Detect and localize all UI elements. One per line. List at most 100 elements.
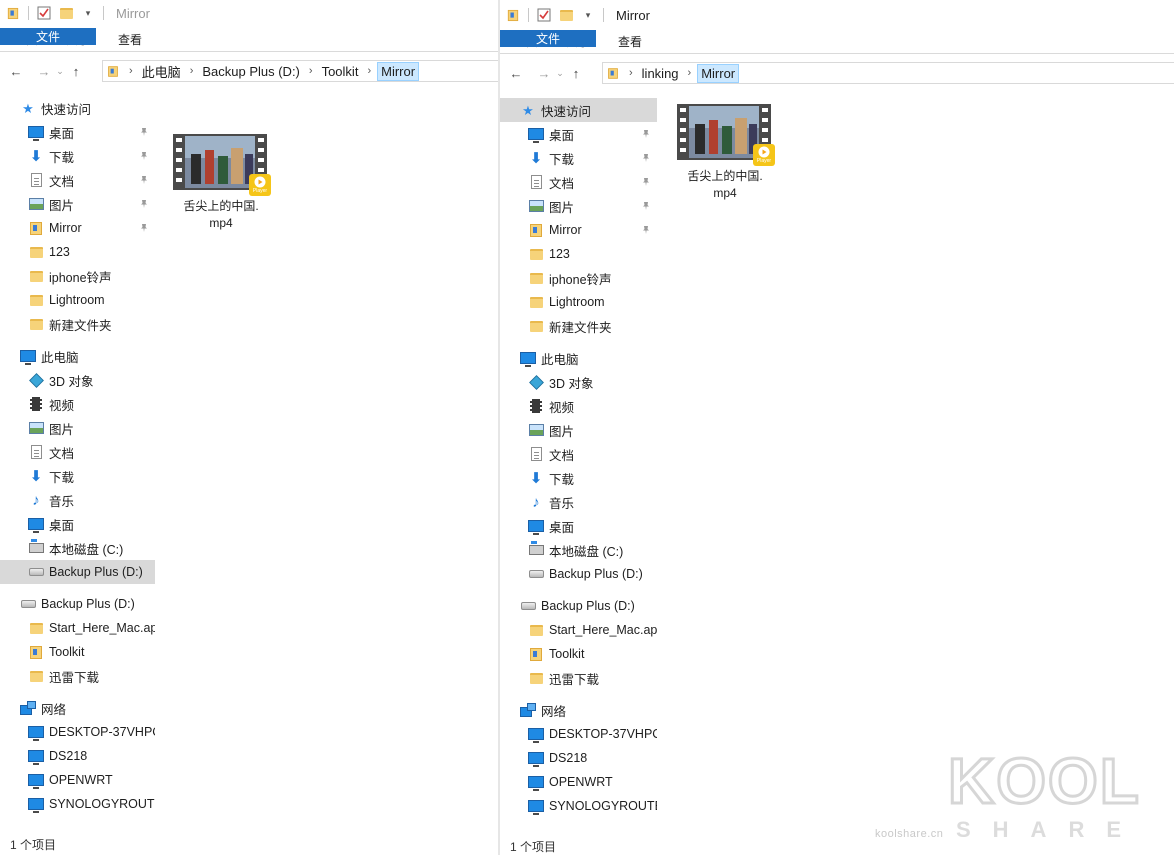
breadcrumb-segment[interactable]: Toolkit (319, 63, 362, 80)
nav-quick-access-item[interactable]: ⬇下载 (0, 144, 155, 168)
nav-backup-drive-item[interactable]: Toolkit (0, 640, 155, 664)
nav-backup-drive-item[interactable]: Toolkit (500, 642, 657, 666)
properties-icon[interactable] (537, 8, 551, 22)
nav-quick-access-item[interactable]: Lightroom (0, 288, 155, 312)
tab-file[interactable]: 文件 (0, 28, 96, 45)
nav-this-pc-item[interactable]: 文档 (500, 442, 657, 466)
breadcrumb-chevron-icon[interactable]: › (123, 65, 139, 77)
breadcrumb-segment[interactable]: Mirror (697, 64, 739, 83)
nav-backup-drive-item[interactable]: 迅雷下载 (0, 664, 155, 688)
nav-quick-access-item[interactable]: Mirror (500, 218, 657, 242)
video-file-item[interactable]: Player舌尖上的中国.mp4 (677, 104, 773, 202)
nav-quick-access-item[interactable]: 桌面 (500, 122, 657, 146)
nav-network-item[interactable]: SYNOLOGYROUTE (0, 792, 155, 816)
forward-arrow-icon[interactable]: → (34, 61, 54, 81)
nav-this-pc[interactable]: 此电脑 (0, 344, 155, 368)
nav-this-pc-item[interactable]: 本地磁盘 (C:) (500, 538, 657, 562)
new-folder-icon[interactable] (59, 6, 73, 20)
breadcrumb-segment[interactable]: 此电脑 (139, 61, 184, 82)
breadcrumb-segment[interactable]: Mirror (377, 62, 419, 81)
pin-icon[interactable] (641, 129, 651, 139)
pin-icon[interactable] (641, 201, 651, 211)
breadcrumb-segment[interactable]: Backup Plus (D:) (199, 63, 303, 80)
back-arrow-icon[interactable]: ← (6, 61, 26, 81)
pin-icon[interactable] (641, 153, 651, 163)
nav-quick-access-item[interactable]: 文档 (500, 170, 657, 194)
nav-network-item[interactable]: OPENWRT (500, 770, 657, 794)
nav-quick-access-item[interactable]: Mirror (0, 216, 155, 240)
tab-view[interactable]: 查看 (604, 30, 656, 53)
breadcrumb-chevron-icon[interactable]: › (361, 65, 377, 77)
up-arrow-icon[interactable]: ↑ (66, 61, 86, 81)
nav-quick-access-item[interactable]: ⬇下载 (500, 146, 657, 170)
nav-this-pc-item[interactable]: ♪音乐 (0, 488, 155, 512)
nav-backup-drive[interactable]: Backup Plus (D:) (500, 594, 657, 618)
recent-locations-chevron-icon[interactable]: ⌄ (554, 63, 566, 83)
nav-quick-access-item[interactable]: 桌面 (0, 120, 155, 144)
nav-this-pc-item[interactable]: Backup Plus (D:) (0, 560, 155, 584)
nav-quick-access[interactable]: ★快速访问 (0, 96, 155, 120)
nav-quick-access-item[interactable]: Lightroom (500, 290, 657, 314)
address-bar[interactable]: ›此电脑›Backup Plus (D:)›Toolkit›Mirror (102, 60, 498, 82)
breadcrumb-chevron-icon[interactable]: › (303, 65, 319, 77)
nav-backup-drive[interactable]: Backup Plus (D:) (0, 592, 155, 616)
nav-this-pc-item[interactable]: ♪音乐 (500, 490, 657, 514)
video-file-item[interactable]: Player舌尖上的中国.mp4 (173, 134, 269, 232)
nav-network-item[interactable]: DS218 (0, 744, 155, 768)
new-folder-icon[interactable] (559, 8, 573, 22)
nav-quick-access-item[interactable]: iphone铃声 (500, 266, 657, 290)
nav-this-pc[interactable]: 此电脑 (500, 346, 657, 370)
nav-this-pc-item[interactable]: 图片 (500, 418, 657, 442)
nav-this-pc-item[interactable]: 文档 (0, 440, 155, 464)
breadcrumb-chevron-icon[interactable]: › (184, 65, 200, 77)
pin-icon[interactable] (139, 175, 149, 185)
nav-this-pc-item[interactable]: 本地磁盘 (C:) (0, 536, 155, 560)
recent-locations-chevron-icon[interactable]: ⌄ (54, 61, 66, 81)
nav-quick-access-item[interactable]: 文档 (0, 168, 155, 192)
customize-toolbar-dropdown-icon[interactable]: ▾ (81, 6, 95, 20)
tab-view[interactable]: 查看 (104, 28, 156, 51)
nav-quick-access-item[interactable]: 图片 (0, 192, 155, 216)
nav-quick-access-item[interactable]: 123 (500, 242, 657, 266)
nav-network-item[interactable]: OPENWRT (0, 768, 155, 792)
address-bar[interactable]: ›linking›Mirror (602, 62, 1174, 84)
pin-icon[interactable] (641, 225, 651, 235)
tab-file[interactable]: 文件 (500, 30, 596, 47)
properties-icon[interactable] (37, 6, 51, 20)
breadcrumb-chevron-icon[interactable]: › (682, 67, 698, 79)
nav-this-pc-item[interactable]: 桌面 (500, 514, 657, 538)
pin-icon[interactable] (641, 177, 651, 187)
nav-quick-access[interactable]: ★快速访问 (500, 98, 657, 122)
nav-this-pc-item[interactable]: 视频 (0, 392, 155, 416)
back-arrow-icon[interactable]: ← (506, 63, 526, 83)
nav-network[interactable]: 网络 (0, 696, 155, 720)
nav-this-pc-item[interactable]: 3D 对象 (0, 368, 155, 392)
nav-network-item[interactable]: SYNOLOGYROUTE (500, 794, 657, 818)
nav-backup-drive-item[interactable]: 迅雷下载 (500, 666, 657, 690)
nav-this-pc-item[interactable]: 桌面 (0, 512, 155, 536)
file-list-area[interactable]: Player舌尖上的中国.mp4 (155, 96, 498, 835)
nav-network-item[interactable]: DS218 (500, 746, 657, 770)
nav-quick-access-item[interactable]: iphone铃声 (0, 264, 155, 288)
nav-quick-access-item[interactable]: 图片 (500, 194, 657, 218)
folder-pin-icon[interactable] (506, 8, 520, 22)
nav-this-pc-item[interactable]: 图片 (0, 416, 155, 440)
up-arrow-icon[interactable]: ↑ (566, 63, 586, 83)
folder-pin-icon[interactable] (6, 6, 20, 20)
breadcrumb-segment[interactable]: linking (639, 65, 682, 82)
pin-icon[interactable] (139, 127, 149, 137)
nav-quick-access-item[interactable]: 123 (0, 240, 155, 264)
pin-icon[interactable] (139, 199, 149, 209)
nav-quick-access-item[interactable]: 新建文件夹 (500, 314, 657, 338)
pin-icon[interactable] (139, 151, 149, 161)
nav-this-pc-item[interactable]: 视频 (500, 394, 657, 418)
file-list-area[interactable]: Player舌尖上的中国.mp4 (655, 98, 1174, 837)
nav-this-pc-item[interactable]: Backup Plus (D:) (500, 562, 657, 586)
customize-toolbar-dropdown-icon[interactable]: ▾ (581, 8, 595, 22)
nav-network[interactable]: 网络 (500, 698, 657, 722)
nav-backup-drive-item[interactable]: Start_Here_Mac.ap (0, 616, 155, 640)
nav-quick-access-item[interactable]: 新建文件夹 (0, 312, 155, 336)
nav-this-pc-item[interactable]: ⬇下载 (500, 466, 657, 490)
nav-this-pc-item[interactable]: 3D 对象 (500, 370, 657, 394)
forward-arrow-icon[interactable]: → (534, 63, 554, 83)
